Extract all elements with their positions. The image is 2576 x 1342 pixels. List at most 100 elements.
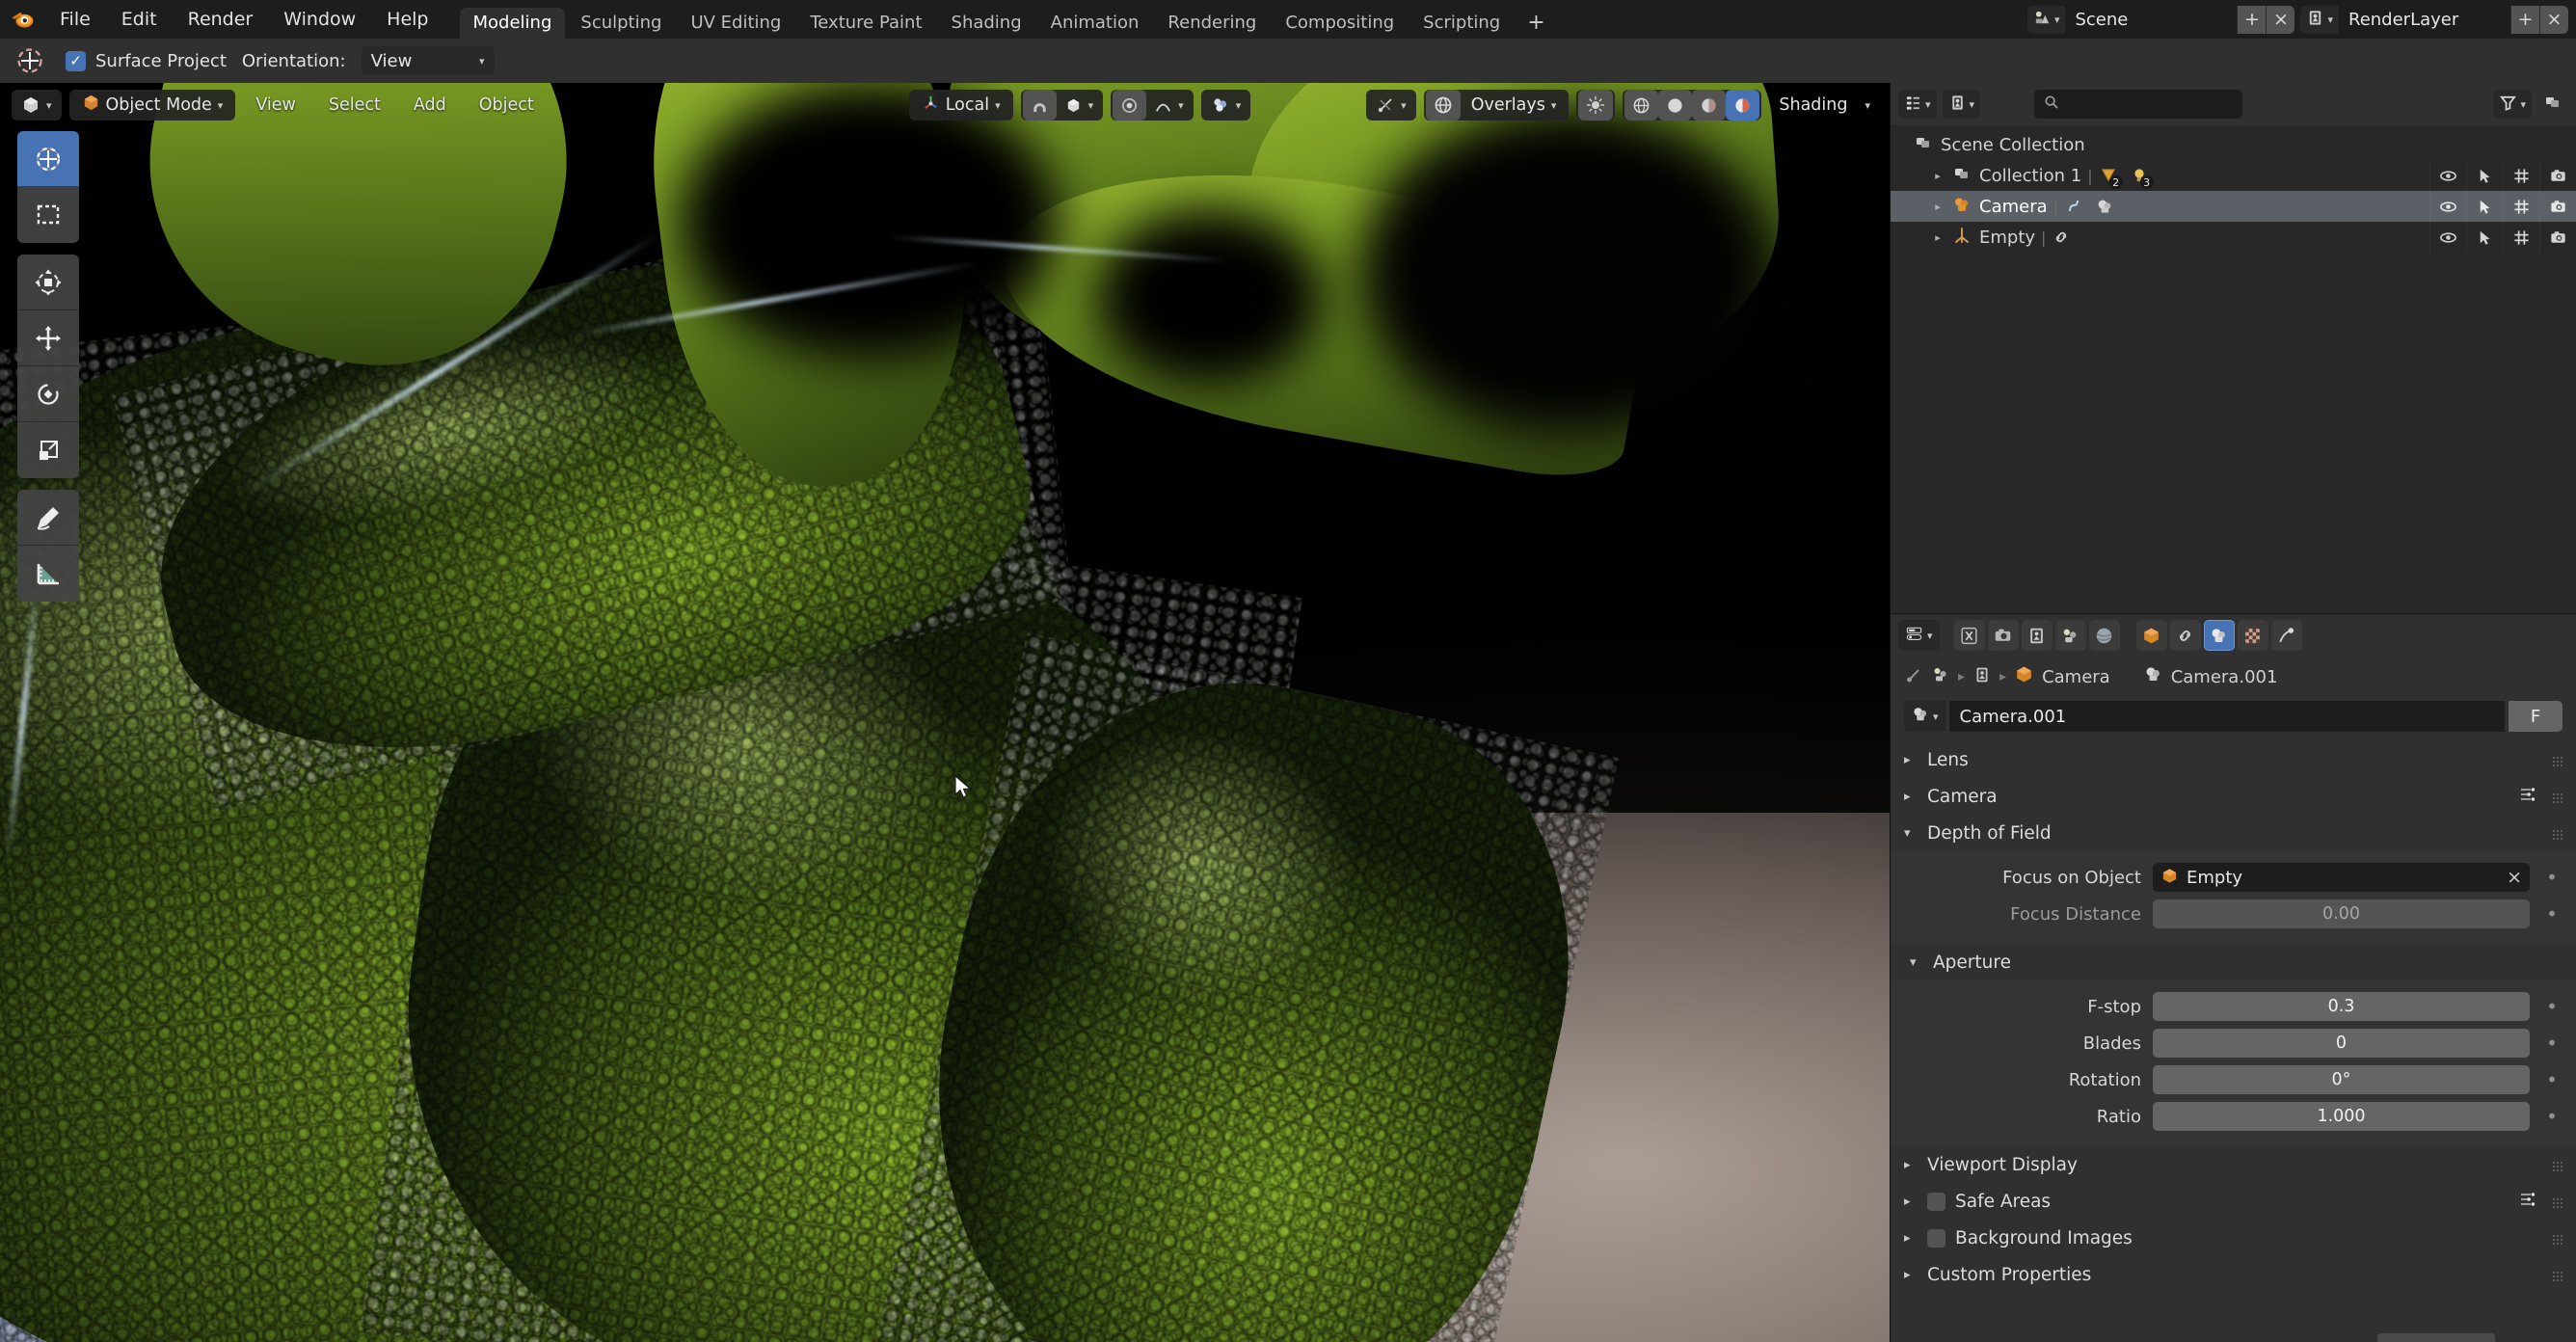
tool-annotate[interactable]: [17, 490, 79, 546]
snap-vertex-icon[interactable]: ▾: [1057, 90, 1102, 121]
expand-triangle-icon[interactable]: ▸: [1929, 201, 1946, 213]
view-layer-crumb-icon[interactable]: [1972, 665, 1992, 689]
viewport-menu-object[interactable]: Object: [467, 90, 547, 121]
tool-cursor[interactable]: [17, 131, 79, 187]
view-layer-name-field[interactable]: RenderLayer: [2339, 6, 2510, 34]
tab-scene[interactable]: [2089, 620, 2120, 651]
animate-property-dot[interactable]: •: [2541, 1107, 2563, 1126]
tab-render[interactable]: [1988, 620, 2019, 651]
tab-object-data[interactable]: [2204, 620, 2235, 651]
surface-project-toggle[interactable]: ✓ Surface Project: [66, 51, 227, 71]
f-stop-field[interactable]: 0.3: [2153, 992, 2530, 1021]
hide-in-viewport-icon[interactable]: [2429, 222, 2466, 253]
view-layer-new-button[interactable]: +: [2510, 6, 2539, 34]
drag-grip-icon[interactable]: [2551, 826, 2564, 840]
scene-new-button[interactable]: +: [2237, 6, 2266, 34]
rotation-field[interactable]: 0°: [2153, 1065, 2530, 1094]
proportional-edit-controls[interactable]: ▾: [1111, 90, 1194, 121]
pivot-point-selector[interactable]: ▾: [1201, 90, 1251, 121]
hide-in-viewport-icon[interactable]: [2429, 191, 2466, 222]
disable-in-viewports-icon[interactable]: [2503, 222, 2539, 253]
tab-object[interactable]: [2136, 620, 2167, 651]
outliner-row-collection-1[interactable]: ▸ Collection 1 |: [1891, 160, 2576, 191]
xray-icon[interactable]: [1578, 90, 1613, 121]
tab-compositing[interactable]: Compositing: [1272, 8, 1408, 39]
tool-move[interactable]: [17, 310, 79, 366]
disable-in-renders-icon[interactable]: [2539, 222, 2576, 253]
collapse-triangle-icon[interactable]: ▸: [1904, 753, 1918, 767]
snap-controls[interactable]: ▾: [1021, 90, 1104, 121]
animate-property-dot[interactable]: •: [2541, 997, 2563, 1016]
tab-uv-editing[interactable]: UV Editing: [677, 8, 794, 39]
drag-grip-icon[interactable]: [2551, 753, 2564, 766]
tool-measure[interactable]: [17, 546, 79, 602]
tab-tool[interactable]: [1954, 620, 1985, 651]
viewport-menu-add[interactable]: Add: [401, 90, 459, 121]
view-layer-browse-button[interactable]: ▾: [2300, 6, 2339, 34]
overlays-dropdown[interactable]: Overlays ▾: [1461, 90, 1568, 121]
outliner-row-scene-collection[interactable]: Scene Collection: [1891, 129, 2576, 160]
editor-type-selector[interactable]: ▾: [12, 90, 62, 121]
tab-rendering[interactable]: Rendering: [1154, 8, 1270, 39]
drag-grip-icon[interactable]: [2551, 1268, 2564, 1281]
mode-selector[interactable]: Object Mode ▾: [69, 90, 236, 121]
tab-constraints[interactable]: [2170, 620, 2201, 651]
proportional-edit-icon[interactable]: [1113, 90, 1146, 121]
mesh-data-icon[interactable]: 2: [2099, 166, 2118, 185]
menu-window[interactable]: Window: [268, 0, 371, 39]
outliner-row-camera[interactable]: ▸ Camera |: [1891, 191, 2576, 222]
outliner-row-empty[interactable]: ▸ Empty: [1891, 222, 2576, 253]
menu-help[interactable]: Help: [371, 0, 443, 39]
ratio-field[interactable]: 1.000: [2153, 1102, 2530, 1131]
shading-material-icon[interactable]: [1692, 90, 1726, 121]
presets-icon[interactable]: [2518, 785, 2537, 809]
falloff-smooth-icon[interactable]: ▾: [1146, 90, 1192, 121]
shading-wireframe-icon[interactable]: [1624, 90, 1658, 121]
scene-selector[interactable]: ▾ Scene + ×: [2027, 6, 2295, 34]
object-crumb-icon[interactable]: [2014, 664, 2034, 689]
tab-shading[interactable]: Shading: [938, 8, 1035, 39]
tab-physics[interactable]: [2271, 620, 2302, 651]
animation-data-icon[interactable]: [2064, 197, 2083, 216]
expand-triangle-icon[interactable]: ▸: [1929, 170, 1946, 182]
scene-name-field[interactable]: Scene: [2065, 6, 2237, 34]
drag-grip-icon[interactable]: [2551, 790, 2564, 803]
blades-field[interactable]: 0: [2153, 1029, 2530, 1058]
animate-property-dot[interactable]: •: [2541, 1033, 2563, 1053]
gizmo-controls[interactable]: ▾: [1366, 90, 1416, 121]
scene-crumb-icon[interactable]: [1931, 665, 1950, 689]
focus-on-object-field[interactable]: Empty ×: [2153, 863, 2530, 892]
object-mode-button[interactable]: Object Mode ▾: [71, 90, 234, 121]
tab-sculpting[interactable]: Sculpting: [567, 8, 675, 39]
properties-horizontal-scrollbar[interactable]: [2377, 1333, 2495, 1342]
presets-icon[interactable]: [2518, 1190, 2537, 1214]
outliner-display-mode-button[interactable]: ▾: [1943, 90, 1981, 119]
disable-in-renders-icon[interactable]: [2539, 160, 2576, 191]
panel-background-images[interactable]: ▸ Background Images: [1891, 1220, 2576, 1256]
tab-texture[interactable]: [2238, 620, 2268, 651]
orientation-button[interactable]: Local ▾: [911, 90, 1011, 121]
tool-scale[interactable]: [17, 422, 79, 478]
overlay-controls[interactable]: Overlays ▾: [1424, 90, 1570, 121]
disable-selection-icon[interactable]: [2466, 191, 2503, 222]
outliner-new-collection-button[interactable]: [2537, 90, 2568, 119]
menu-edit[interactable]: Edit: [106, 0, 173, 39]
add-workspace-button[interactable]: +: [1516, 8, 1556, 39]
xray-toggle[interactable]: [1576, 90, 1615, 121]
camera-data-crumb-icon[interactable]: [2143, 664, 2163, 689]
panel-safe-areas[interactable]: ▸ Safe Areas: [1891, 1183, 2576, 1220]
outliner-tree[interactable]: Scene Collection ▸: [1891, 125, 2576, 613]
constraint-link-icon[interactable]: [2052, 228, 2071, 247]
tab-texture-paint[interactable]: Texture Paint: [796, 8, 935, 39]
orientation-dropdown[interactable]: View ▾: [362, 46, 495, 75]
outliner-search-field[interactable]: [2034, 90, 2242, 119]
gizmo-icon[interactable]: ▾: [1368, 90, 1414, 121]
disable-selection-icon[interactable]: [2466, 222, 2503, 253]
panel-camera[interactable]: ▸ Camera: [1891, 778, 2576, 815]
blender-logo-icon[interactable]: [0, 0, 44, 39]
properties-editor-type-button[interactable]: ▾: [1898, 620, 1940, 651]
disable-in-viewports-icon[interactable]: [2503, 160, 2539, 191]
tool-transform[interactable]: [17, 255, 79, 310]
outliner-editor-type-button[interactable]: ▾: [1898, 90, 1937, 119]
collapse-triangle-icon[interactable]: ▸: [1904, 1194, 1918, 1209]
